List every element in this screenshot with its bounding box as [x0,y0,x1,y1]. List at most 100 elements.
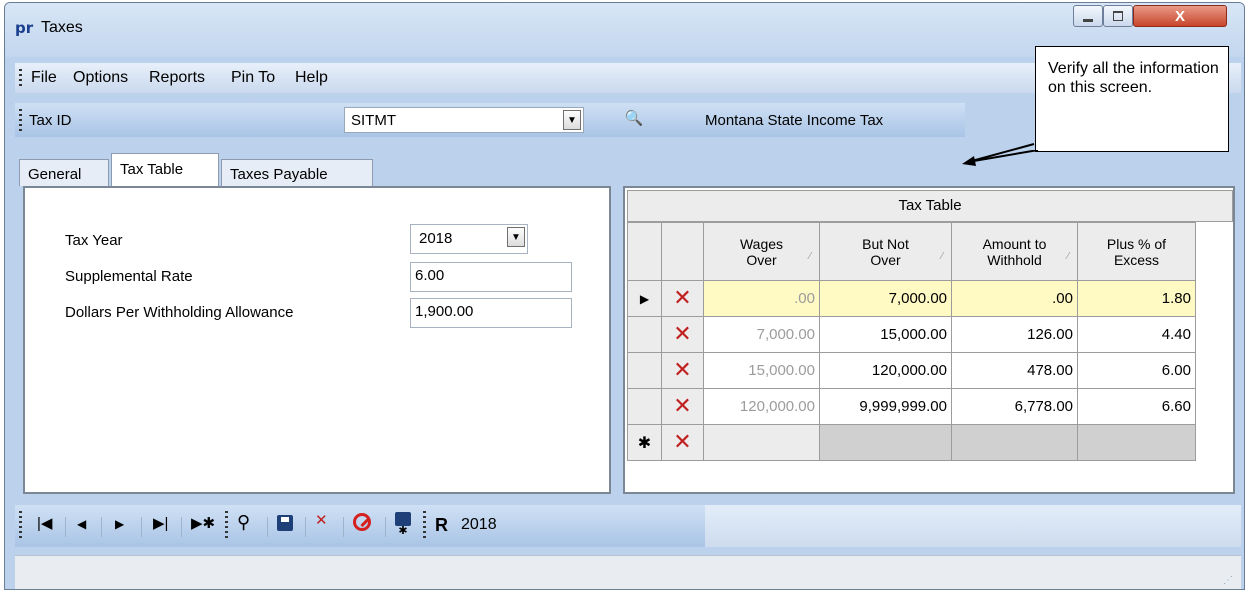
toolbar-grip[interactable] [19,69,22,87]
column-header-label: But Not [862,235,909,252]
tab-label: General [28,166,82,183]
toolbar-separator [181,517,182,537]
find-icon[interactable]: ⚲ [237,512,250,533]
save-new-icon[interactable]: ✱ [395,512,411,537]
delete-column-header [661,222,704,281]
tax-id-combobox[interactable]: SITMT ▼ [344,107,584,133]
amount-to-withhold-cell[interactable]: 6,778.00 [951,388,1078,425]
table-row[interactable]: ✕ 15,000.00 120,000.00 478.00 6.00 [627,352,1196,389]
tax-year-combobox[interactable]: 2018 ▼ [410,224,528,254]
column-header-but-not-over[interactable]: But Not Over ⁄ [819,222,952,281]
next-record-icon[interactable]: ▶ [115,517,124,531]
menu-pin-to[interactable]: Pin To [231,69,275,87]
column-header-label: Plus % of [1106,235,1167,252]
table-row[interactable]: ✕ 7,000.00 15,000.00 126.00 4.40 [627,316,1196,353]
window-title: Taxes [41,19,83,36]
delete-row-button[interactable]: ✕ [661,352,704,389]
minimize-icon [1083,18,1093,22]
tax-id-bar: Tax ID SITMT ▼ 🔍 Montana State Income Ta… [15,103,965,137]
row-selector[interactable] [627,388,662,425]
dollars-per-allowance-field[interactable]: 1,900.00 [410,298,572,328]
column-header-wages-over[interactable]: Wages Over ⁄ [703,222,820,281]
cancel-glyph [353,513,371,531]
resize-grip-icon[interactable]: ⋰ [1223,575,1233,586]
but-not-over-cell[interactable]: 7,000.00 [819,280,952,317]
amount-to-withhold-cell[interactable] [951,424,1078,461]
tax-table-grid: Tax Table Wages Over ⁄ But Not Over ⁄ Am… [627,190,1233,490]
new-row-indicator[interactable]: ✱ [627,424,662,461]
new-row[interactable]: ✱ ✕ [627,424,1196,461]
menu-file[interactable]: File [31,69,57,87]
close-button[interactable]: X [1133,5,1227,27]
new-record-icon[interactable]: ▶✱ [191,514,215,532]
wages-over-cell: 120,000.00 [703,388,820,425]
row-selector[interactable] [627,352,662,389]
plus-pct-excess-cell[interactable]: 6.00 [1077,352,1196,389]
plus-pct-excess-cell[interactable]: 1.80 [1077,280,1196,317]
column-header-plus-pct-excess[interactable]: Plus % of Excess [1077,222,1196,281]
toolbar-separator [385,517,386,537]
sort-icon: ⁄ [809,251,811,262]
close-icon: X [1174,7,1185,25]
row-selector[interactable] [627,316,662,353]
but-not-over-cell[interactable]: 9,999,999.00 [819,388,952,425]
plus-pct-excess-cell[interactable]: 6.60 [1077,388,1196,425]
delete-row-button[interactable]: ✕ [661,280,704,317]
column-header-label: Wages [739,235,784,252]
column-header-label: Excess [1113,251,1160,268]
column-header-label: Withhold [987,251,1042,268]
plus-pct-excess-cell[interactable]: 4.40 [1077,316,1196,353]
supplemental-rate-field[interactable]: 6.00 [410,262,572,292]
delete-row-button[interactable]: ✕ [661,316,704,353]
binoculars-icon[interactable]: 🔍 [621,106,647,130]
amount-to-withhold-cell[interactable]: 478.00 [951,352,1078,389]
toolbar-separator [65,517,66,537]
cancel-icon[interactable] [353,513,371,531]
maximize-button[interactable] [1103,5,1133,27]
supplemental-rate-label: Supplemental Rate [65,268,193,285]
tax-id-value: SITMT [351,112,396,129]
column-header-amount-to-withhold[interactable]: Amount to Withhold ⁄ [951,222,1078,281]
previous-record-icon[interactable]: ◀ [77,517,86,531]
delete-x-icon: ✕ [673,394,692,419]
delete-row-button[interactable]: ✕ [661,424,704,461]
last-record-icon[interactable]: ▶| [153,514,168,532]
chevron-down-icon[interactable]: ▼ [563,110,581,130]
delete-icon[interactable]: ✕ [315,511,328,529]
current-row-indicator[interactable]: ▶ [627,280,662,317]
amount-to-withhold-cell[interactable]: .00 [951,280,1078,317]
toolbar-grip[interactable] [19,511,22,541]
toolbar-grip[interactable] [423,511,426,541]
toolbar-grip[interactable] [19,109,22,131]
tab-tax-table[interactable]: Tax Table [111,153,219,188]
delete-x-icon: ✕ [673,358,692,383]
toolbar-grip[interactable] [225,511,228,541]
menu-reports[interactable]: Reports [149,69,205,87]
save-icon[interactable] [277,515,293,531]
table-row[interactable]: ▶ ✕ .00 7,000.00 .00 1.80 [627,280,1196,317]
tab-taxes-payable[interactable]: Taxes Payable [221,159,373,187]
minimize-button[interactable] [1073,5,1103,27]
tab-label: Tax Table [120,161,184,178]
amount-to-withhold-cell[interactable]: 126.00 [951,316,1078,353]
delete-row-button[interactable]: ✕ [661,388,704,425]
but-not-over-cell[interactable]: 15,000.00 [819,316,952,353]
plus-pct-excess-cell[interactable] [1077,424,1196,461]
chevron-down-icon[interactable]: ▼ [507,227,525,247]
report-year[interactable]: 2018 [461,516,497,534]
but-not-over-cell[interactable] [819,424,952,461]
first-record-icon[interactable]: |◀ [37,514,52,532]
sort-icon: ⁄ [941,251,943,262]
menu-help[interactable]: Help [295,69,328,87]
sort-icon: ⁄ [1067,251,1069,262]
report-icon[interactable]: R [435,515,448,536]
menu-options[interactable]: Options [73,69,128,87]
but-not-over-cell[interactable]: 120,000.00 [819,352,952,389]
tax-table-pane: Tax Table Wages Over ⁄ But Not Over ⁄ Am… [623,186,1235,494]
toolbar-separator [267,517,268,537]
table-row[interactable]: ✕ 120,000.00 9,999,999.00 6,778.00 6.60 [627,388,1196,425]
row-selector-header [627,222,662,281]
toolbar-separator [101,517,102,537]
tab-general[interactable]: General [19,159,109,187]
delete-x-icon: ✕ [673,430,692,455]
